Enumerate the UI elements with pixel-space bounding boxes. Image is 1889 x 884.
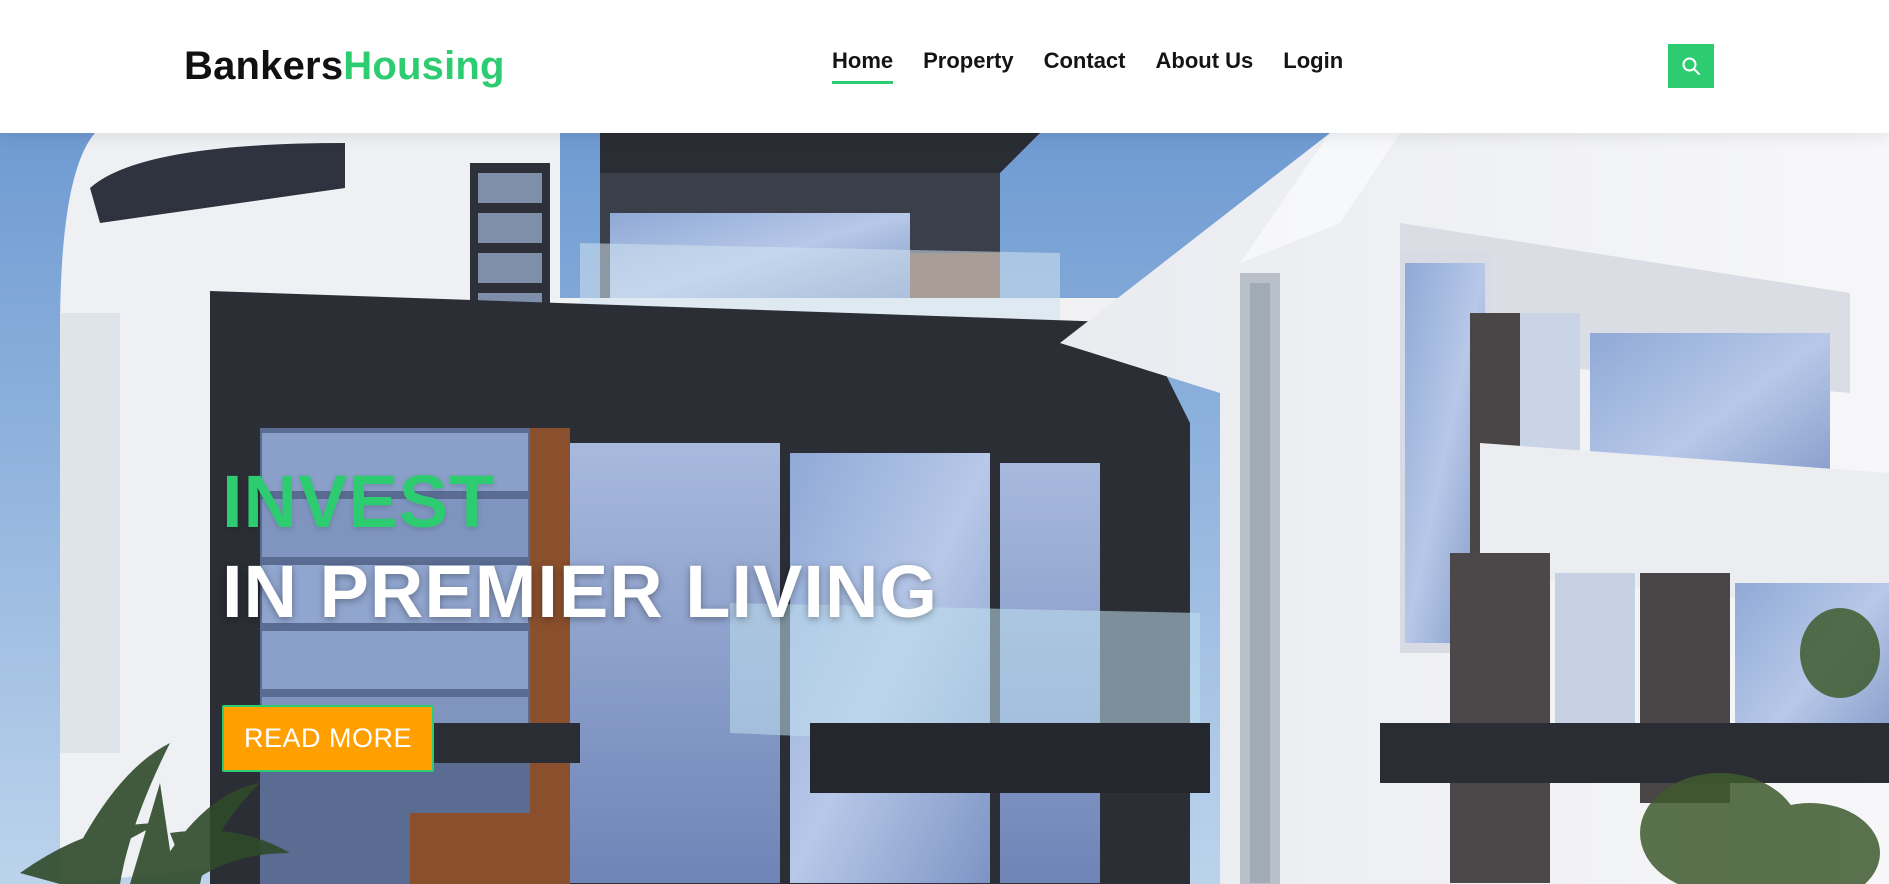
search-icon: [1682, 57, 1700, 75]
nav-item-home[interactable]: Home: [832, 44, 894, 84]
nav-item-login[interactable]: Login: [1283, 44, 1343, 82]
hero-title-line-1: INVEST: [222, 460, 496, 543]
search-button[interactable]: [1668, 44, 1714, 88]
top-navbar: BankersHousing Home Property Contact Abo…: [0, 0, 1889, 133]
nav-item-about-us[interactable]: About Us: [1156, 44, 1254, 82]
read-more-button[interactable]: READ MORE: [222, 705, 434, 772]
hero-title-line-2: IN PREMIER LIVING: [222, 550, 938, 633]
nav-item-property[interactable]: Property: [923, 44, 1013, 82]
hero-banner: INVEST IN PREMIER LIVING READ MORE: [0, 133, 1889, 884]
brand-logo[interactable]: BankersHousing: [184, 40, 505, 92]
hero-headline: INVEST IN PREMIER LIVING: [222, 459, 938, 635]
brand-name-part-2: Housing: [343, 44, 505, 88]
nav-item-contact[interactable]: Contact: [1044, 44, 1126, 82]
brand-name-part-1: Bankers: [184, 44, 344, 88]
main-nav: Home Property Contact About Us Login: [832, 44, 1343, 84]
